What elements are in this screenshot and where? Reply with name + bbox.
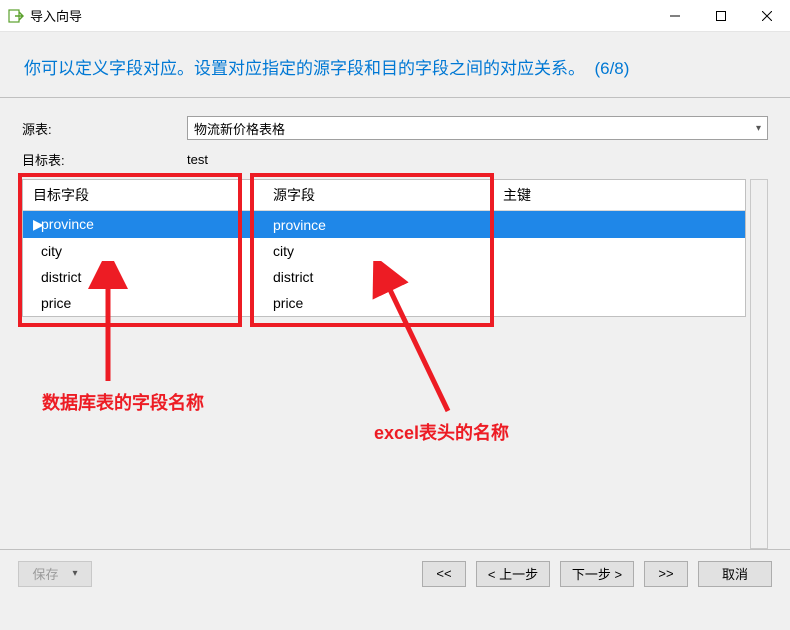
- cell-target: ▶province: [23, 211, 263, 239]
- cell-source: province: [263, 211, 493, 239]
- form-area: 源表: 物流新价格表格 ▾ 目标表: test: [0, 98, 790, 179]
- mapping-area: 目标字段 源字段 主键 ▶province province city city: [22, 179, 768, 549]
- close-button[interactable]: [744, 0, 790, 32]
- cell-source: district: [263, 264, 493, 290]
- app-icon: [8, 8, 24, 24]
- cell-pk: [493, 290, 745, 316]
- cell-pk: [493, 264, 745, 290]
- prev-button[interactable]: < 上一步: [476, 561, 550, 587]
- column-header-pk[interactable]: 主键: [493, 180, 745, 211]
- wizard-window: 导入向导 你可以定义字段对应。设置对应指定的源字段和目的字段之间的对应关系。 (…: [0, 0, 790, 630]
- last-button[interactable]: >>: [644, 561, 688, 587]
- instruction-text: 你可以定义字段对应。设置对应指定的源字段和目的字段之间的对应关系。: [24, 59, 585, 78]
- wizard-instruction: 你可以定义字段对应。设置对应指定的源字段和目的字段之间的对应关系。 (6/8): [0, 32, 790, 97]
- save-button[interactable]: 保存 ▾: [18, 561, 92, 587]
- target-table-value: test: [187, 152, 208, 167]
- cell-pk: [493, 211, 745, 239]
- annotation-label-left: 数据库表的字段名称: [42, 389, 204, 415]
- source-table-label: 源表:: [22, 119, 187, 138]
- source-table-value: 物流新价格表格: [194, 119, 285, 138]
- table-row[interactable]: city city: [23, 238, 745, 264]
- cell-pk: [493, 238, 745, 264]
- next-button[interactable]: 下一步 >: [560, 561, 634, 587]
- field-mapping-grid[interactable]: 目标字段 源字段 主键 ▶province province city city: [22, 179, 746, 317]
- window-controls: [652, 0, 790, 31]
- titlebar: 导入向导: [0, 0, 790, 32]
- column-header-target[interactable]: 目标字段: [23, 180, 263, 211]
- table-row[interactable]: ▶province province: [23, 211, 745, 239]
- source-table-select[interactable]: 物流新价格表格 ▾: [187, 116, 768, 140]
- annotation-label-right: excel表头的名称: [374, 419, 509, 445]
- source-table-row: 源表: 物流新价格表格 ▾: [22, 116, 768, 140]
- table-row[interactable]: price price: [23, 290, 745, 316]
- window-title: 导入向导: [30, 6, 652, 25]
- maximize-button[interactable]: [698, 0, 744, 32]
- scrollbar[interactable]: [750, 179, 768, 549]
- cell-target: district: [23, 264, 263, 290]
- cell-target: price: [23, 290, 263, 316]
- cell-target: city: [23, 238, 263, 264]
- column-header-source[interactable]: 源字段: [263, 180, 493, 211]
- step-indicator: (6/8): [594, 59, 629, 78]
- cell-source: price: [263, 290, 493, 316]
- minimize-button[interactable]: [652, 0, 698, 32]
- button-bar: 保存 ▾ << < 上一步 下一步 > >> 取消: [0, 549, 790, 597]
- target-table-label: 目标表:: [22, 150, 187, 169]
- first-button[interactable]: <<: [422, 561, 466, 587]
- table-row[interactable]: district district: [23, 264, 745, 290]
- chevron-down-icon: ▾: [72, 568, 77, 579]
- target-table-row: 目标表: test: [22, 150, 768, 169]
- chevron-down-icon: ▾: [756, 123, 761, 134]
- cancel-button[interactable]: 取消: [698, 561, 772, 587]
- cell-source: city: [263, 238, 493, 264]
